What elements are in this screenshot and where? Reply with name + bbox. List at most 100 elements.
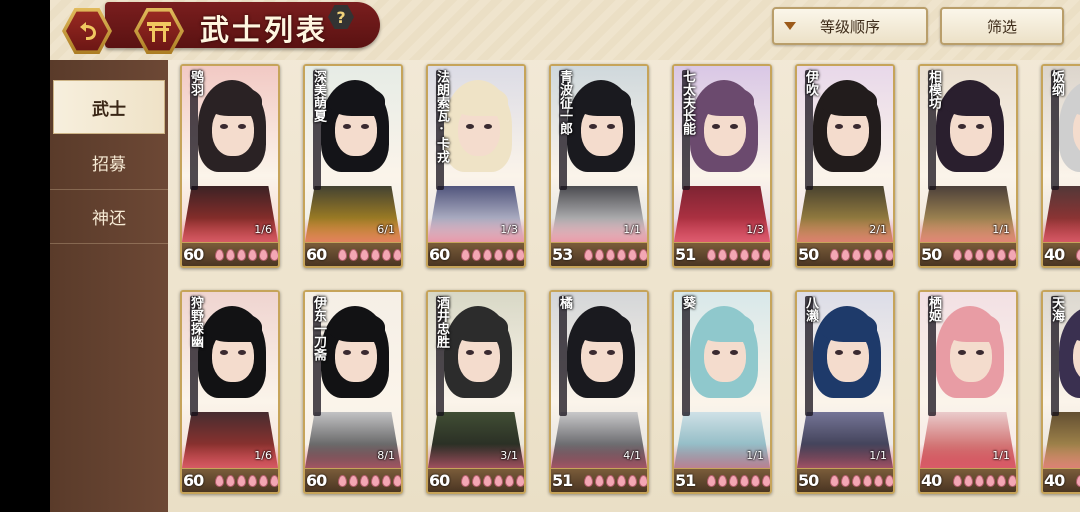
sakura-band: [1043, 218, 1080, 242]
character-card[interactable]: 葵 1/1 51: [672, 290, 772, 494]
character-name: 鸮羽: [188, 70, 203, 96]
character-name: 青波征一郎: [557, 70, 572, 135]
portrait-eye: [853, 350, 861, 355]
character-card[interactable]: 橘 4/1 51: [549, 290, 649, 494]
character-name: 伊东一刀斋: [311, 296, 326, 361]
header-bar: 武士列表 ? 等级顺序 筛选: [50, 0, 1080, 60]
portrait-eye: [466, 124, 474, 129]
character-level: 50: [798, 471, 819, 490]
sidebar-item-samurai[interactable]: 武士: [53, 80, 165, 134]
petal-icon: [259, 475, 268, 487]
petal-icon: [472, 249, 481, 261]
character-card[interactable]: 伊吹 2/1 50: [795, 64, 895, 268]
rank-petals: [338, 475, 401, 487]
rank-petals: [584, 249, 647, 261]
character-name: 八濑: [803, 296, 818, 322]
card-count: 1/1: [992, 223, 1010, 236]
portrait-hair-front: [329, 312, 385, 342]
portrait-hair-front: [575, 312, 631, 342]
character-card[interactable]: 酒井忠胜 3/1 60: [426, 290, 526, 494]
petal-icon: [997, 475, 1006, 487]
petal-icon: [964, 249, 973, 261]
character-level: 60: [183, 471, 204, 490]
portrait-eye: [220, 124, 228, 129]
petal-icon: [1076, 475, 1080, 487]
petal-icon: [1008, 249, 1016, 261]
character-card[interactable]: 深美萌夏 6/1 60: [303, 64, 403, 268]
portrait-eye: [976, 350, 984, 355]
character-card[interactable]: 狩野探幽 1/6 60: [180, 290, 280, 494]
character-card[interactable]: 八濑 1/1 50: [795, 290, 895, 494]
rank-petals: [830, 249, 893, 261]
filter-button[interactable]: 筛选: [940, 7, 1064, 45]
petal-icon: [360, 475, 369, 487]
character-name: 葵: [680, 296, 695, 309]
portrait-hair-front: [821, 86, 877, 116]
dropdown-triangle-icon: [784, 22, 796, 30]
card-footer: 53: [551, 242, 647, 266]
sort-button[interactable]: 等级顺序: [772, 7, 928, 45]
petal-icon: [270, 475, 278, 487]
character-card[interactable]: 伊东一刀斋 8/1 60: [303, 290, 403, 494]
portrait-eye: [607, 124, 615, 129]
card-count: 1/3: [746, 223, 764, 236]
card-footer: 60: [428, 242, 524, 266]
petal-icon: [740, 249, 749, 261]
card-footer: 60: [182, 468, 278, 492]
character-name: 深美萌夏: [311, 70, 326, 122]
petal-icon: [270, 249, 278, 261]
petal-icon: [226, 475, 235, 487]
petal-icon: [863, 249, 872, 261]
character-card[interactable]: 鸮羽 1/6 60: [180, 64, 280, 268]
portrait-hair-front: [698, 86, 754, 116]
petal-icon: [606, 249, 615, 261]
sidebar-item-return[interactable]: 神还: [50, 190, 168, 244]
petal-icon: [964, 475, 973, 487]
rank-petals: [830, 475, 893, 487]
character-card[interactable]: 青波征一郎 1/1 53: [549, 64, 649, 268]
petal-icon: [215, 249, 224, 261]
petal-icon: [707, 475, 716, 487]
portrait-eye: [484, 124, 492, 129]
petal-icon: [393, 475, 401, 487]
card-footer: 50: [797, 242, 893, 266]
petal-icon: [595, 475, 604, 487]
character-name: 法朗索瓦·卡戎: [434, 70, 449, 163]
petal-icon: [349, 475, 358, 487]
portrait-eye: [712, 124, 720, 129]
petal-icon: [863, 475, 872, 487]
petal-icon: [472, 475, 481, 487]
character-card[interactable]: 天海 40: [1041, 290, 1080, 494]
card-footer: 40: [1043, 468, 1080, 492]
card-footer: 40: [920, 468, 1016, 492]
petal-icon: [516, 249, 524, 261]
portrait-hair-front: [329, 86, 385, 116]
petal-icon: [707, 249, 716, 261]
petal-icon: [248, 475, 257, 487]
petal-icon: [740, 475, 749, 487]
card-footer: 51: [551, 468, 647, 492]
sidebar-item-recruit[interactable]: 招募: [50, 136, 168, 190]
portrait-eye: [466, 350, 474, 355]
petal-icon: [584, 475, 593, 487]
character-card[interactable]: 七太夫长能 1/3 51: [672, 64, 772, 268]
portrait-eye: [238, 350, 246, 355]
rank-petals: [1076, 475, 1080, 487]
character-card[interactable]: 相模坊 1/1 50: [918, 64, 1018, 268]
sort-label: 等级顺序: [819, 17, 880, 36]
character-card[interactable]: 栖姬 1/1 40: [918, 290, 1018, 494]
card-count: 3/1: [500, 449, 518, 462]
rank-petals: [215, 249, 278, 261]
character-name: 橘: [557, 296, 572, 309]
character-card[interactable]: 饭纲 40: [1041, 64, 1080, 268]
petal-icon: [595, 249, 604, 261]
petal-icon: [584, 249, 593, 261]
character-level: 40: [921, 471, 942, 490]
character-card[interactable]: 法朗索瓦·卡戎 1/3 60: [426, 64, 526, 268]
card-count: 1/6: [254, 223, 272, 236]
rank-petals: [707, 475, 770, 487]
character-name: 酒井忠胜: [434, 296, 449, 348]
character-level: 60: [306, 471, 327, 490]
petal-icon: [505, 475, 514, 487]
petal-icon: [371, 475, 380, 487]
